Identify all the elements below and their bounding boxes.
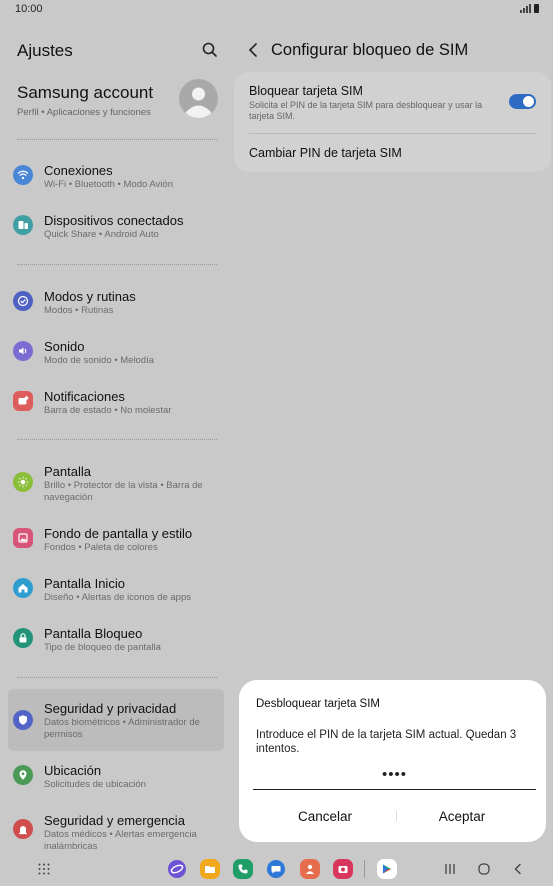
my-files-app-icon[interactable] [200,859,220,879]
search-icon[interactable] [200,40,220,60]
avatar [179,79,218,118]
settings-list-pane: Ajustes Samsung account Perfil • Aplicac… [0,18,232,852]
menu-item-ubicacion[interactable]: Ubicación Solicitudes de ubicación [8,756,224,794]
lock-sim-subtitle: Solicita el PIN de la tarjeta SIM para d… [249,100,483,121]
pin-input[interactable] [253,760,536,790]
menu-item-pantalla-bloqueo[interactable]: Pantalla Bloqueo Tipo de bloqueo de pant… [8,619,224,657]
check-circle-icon [13,291,33,311]
menu-item-modos[interactable]: Modos y rutinas Modos • Rutinas [8,282,224,320]
home-icon [13,578,33,598]
toggle-knob [523,96,534,107]
notification-icon [13,391,33,411]
divider [17,139,217,140]
menu-item-dispositivos[interactable]: Dispositivos conectados Quick Share • An… [8,206,224,244]
page-title: Configurar bloqueo de SIM [271,41,469,59]
menu-item-title: Pantalla Bloqueo [44,626,143,641]
menu-item-subtitle: Quick Share • Android Auto [44,229,159,240]
lock-sim-toggle[interactable] [509,94,536,109]
nav-divider [364,860,365,878]
unlock-sim-dialog: Desbloquear tarjeta SIM Introduce el PIN… [239,680,546,842]
menu-item-seguridad-privacidad[interactable]: Seguridad y privacidad Datos biométricos… [8,689,224,751]
messages-app-icon[interactable] [266,859,286,879]
menu-item-conexiones[interactable]: Conexiones Wi-Fi • Bluetooth • Modo Avió… [8,156,224,194]
navigation-bar [0,852,553,886]
menu-item-seguridad-emergencia[interactable]: Seguridad y emergencia Datos médicos • A… [8,806,224,852]
menu-item-subtitle: Datos biométricos • Administrador de per… [44,717,200,740]
back-arrow-icon[interactable] [246,40,262,60]
menu-item-title: Modos y rutinas [44,289,136,304]
internet-app-icon[interactable] [167,859,187,879]
battery-icon [534,4,539,13]
menu-item-sonido[interactable]: Sonido Modo de sonido • Melodía [8,332,224,370]
status-bar: 10:00 [0,0,553,18]
contacts-app-icon[interactable] [300,859,320,879]
menu-item-subtitle: Modos • Rutinas [44,305,114,316]
dialog-message: Introduce el PIN de la tarjeta SIM actua… [256,729,517,755]
menu-item-title: Dispositivos conectados [44,213,184,228]
menu-item-title: Sonido [44,339,85,354]
menu-item-title: Pantalla Inicio [44,576,125,591]
menu-item-pantalla-inicio[interactable]: Pantalla Inicio Diseño • Alertas de icon… [8,569,224,607]
menu-item-title: Pantalla [44,464,91,479]
lock-icon [13,628,33,648]
signal-icon [520,4,531,13]
status-time: 10:00 [15,3,43,15]
menu-item-pantalla[interactable]: Pantalla Brillo • Protector de la vista … [8,457,224,507]
dialog-title: Desbloquear tarjeta SIM [256,698,381,710]
settings-title: Ajustes [17,41,73,60]
samsung-account-item[interactable]: Samsung account Perfil • Aplicaciones y … [8,74,224,128]
menu-item-subtitle: Brillo • Protector de la vista • Barra d… [44,480,203,503]
menu-item-subtitle: Wi-Fi • Bluetooth • Modo Avión [44,179,173,190]
menu-item-fondo[interactable]: Fondo de pantalla y estilo Fondos • Pale… [8,519,224,557]
menu-item-subtitle: Datos médicos • Alertas emergencia inalá… [44,829,197,852]
account-name: Samsung account [17,83,154,102]
phone-app-icon[interactable] [233,859,253,879]
location-icon [13,765,33,785]
menu-item-title: Seguridad y emergencia [44,813,185,828]
account-subtitle: Perfil • Aplicaciones y funciones [17,107,151,118]
camera-app-icon[interactable] [333,859,353,879]
menu-item-subtitle: Fondos • Paleta de colores [44,542,158,553]
back-button-icon[interactable] [508,859,528,879]
menu-item-subtitle: Solicitudes de ubicación [44,779,146,790]
play-store-app-icon[interactable] [377,859,397,879]
emergency-icon [13,819,33,839]
devices-icon [13,215,33,235]
home-button-icon[interactable] [474,859,494,879]
menu-item-title: Fondo de pantalla y estilo [44,526,193,541]
accept-button[interactable]: Aceptar [391,800,533,832]
menu-item-title: Seguridad y privacidad [44,701,177,716]
divider [17,677,217,678]
menu-item-title: Conexiones [44,163,113,178]
divider [17,439,217,440]
menu-item-subtitle: Tipo de bloqueo de pantalla [44,642,161,653]
menu-item-title: Ubicación [44,763,102,778]
lock-sim-title: Bloquear tarjeta SIM [249,84,363,98]
sun-icon [13,472,33,492]
status-icons [520,3,539,13]
menu-item-title: Notificaciones [44,389,125,404]
menu-item-subtitle: Barra de estado • No molestar [44,405,172,416]
divider [17,264,217,265]
sim-settings-card: Bloquear tarjeta SIM Solicita el PIN de … [234,72,551,172]
volume-icon [13,341,33,361]
change-pin-row[interactable]: Cambiar PIN de tarjeta SIM [234,134,551,172]
lock-sim-row[interactable]: Bloquear tarjeta SIM Solicita el PIN de … [234,72,551,132]
shield-icon [13,710,33,730]
menu-item-notificaciones[interactable]: Notificaciones Barra de estado • No mole… [8,382,224,420]
recent-apps-icon[interactable] [440,859,460,879]
menu-item-subtitle: Modo de sonido • Melodía [44,355,155,366]
cancel-button[interactable]: Cancelar [254,800,396,832]
wifi-icon [13,165,33,185]
app-drawer-icon[interactable] [34,859,54,879]
palette-icon [13,528,33,548]
menu-item-subtitle: Diseño • Alertas de iconos de apps [44,592,191,603]
change-pin-title: Cambiar PIN de tarjeta SIM [249,146,402,160]
